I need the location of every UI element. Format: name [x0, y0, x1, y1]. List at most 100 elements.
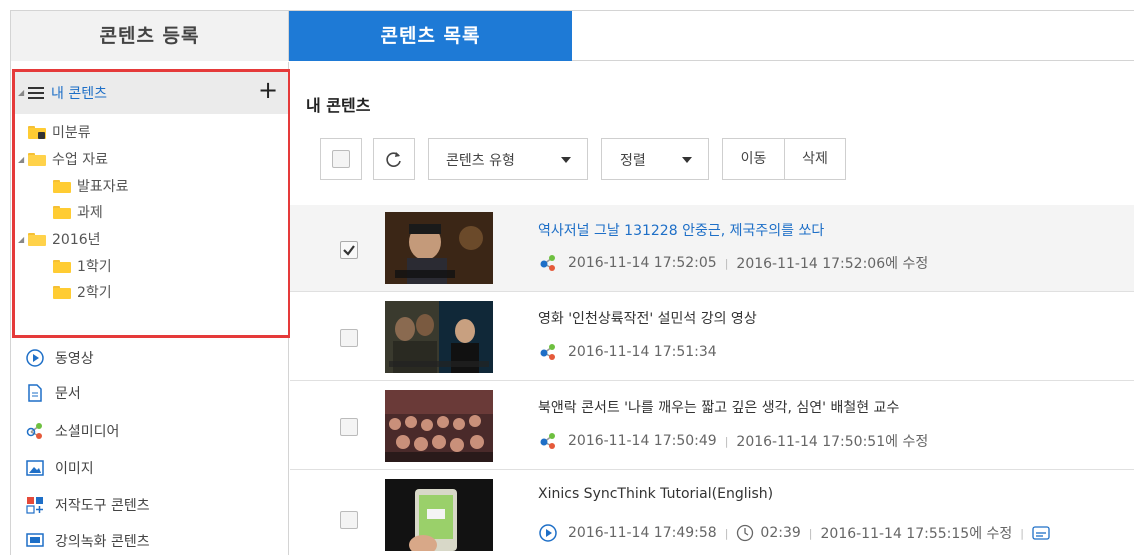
dropdown-label: 정렬	[620, 153, 646, 169]
folder-label: 2016년	[52, 232, 101, 248]
expand-triangle-icon[interactable]: ◢	[18, 88, 24, 97]
content-meta: 2016-11-14 17:49:58 | 02:39 | 2016-11-14…	[538, 523, 1050, 543]
row-checkbox[interactable]	[340, 511, 358, 529]
tab-content-register[interactable]: 콘텐츠 등록	[11, 11, 289, 61]
folder-presentation[interactable]: 발표자료	[53, 174, 129, 198]
refresh-button[interactable]	[373, 138, 415, 180]
sidebar: ◢ 내 콘텐츠 + 미분류 ◢ 수업 자료 발표자료 과제 ◢ 2016년 1학…	[11, 62, 291, 555]
tree-title[interactable]: 내 콘텐츠	[51, 83, 107, 103]
document-icon	[25, 383, 45, 403]
folder-icon	[53, 259, 71, 273]
separator: |	[808, 526, 813, 540]
folder-class-materials[interactable]: 수업 자료	[28, 147, 108, 171]
locked-folder-icon	[28, 125, 46, 139]
created-date: 2016-11-14 17:50:49	[568, 433, 717, 449]
video-thumbnail[interactable]	[385, 212, 493, 284]
created-date: 2016-11-14 17:49:58	[568, 525, 717, 541]
clock-icon	[736, 524, 754, 542]
content-row[interactable]: Xinics SyncThink Tutorial(English) 2016-…	[290, 471, 1134, 555]
row-checkbox[interactable]	[340, 241, 358, 259]
content-list-panel: 내 콘텐츠 콘텐츠 유형 정렬 이동 삭제 역사저널 그날 131228 안중근…	[290, 62, 1134, 555]
content-row[interactable]: 영화 '인천상륙작전' 설민석 강의 영상 2016-11-14 17:51:3…	[290, 293, 1134, 381]
folder-semester-1[interactable]: 1학기	[53, 254, 112, 278]
checkmark-icon	[343, 245, 355, 256]
folder-label: 1학기	[77, 259, 112, 275]
modified-date: 2016-11-14 17:55:15에 수정	[820, 526, 1013, 542]
content-meta: 2016-11-14 17:51:34	[538, 342, 717, 362]
folder-tree-highlight: ◢ 내 콘텐츠 + 미분류 ◢ 수업 자료 발표자료 과제 ◢ 2016년 1학…	[12, 69, 291, 338]
content-meta: 2016-11-14 17:52:05 | 2016-11-14 17:52:0…	[538, 253, 928, 273]
folder-open-icon	[28, 232, 46, 246]
expand-triangle-icon[interactable]: ◢	[18, 235, 24, 244]
tab-bar: 콘텐츠 등록 콘텐츠 목록	[11, 11, 1134, 61]
media-label: 강의녹화 콘텐츠	[55, 534, 150, 550]
content-title-link[interactable]: Xinics SyncThink Tutorial(English)	[538, 486, 773, 502]
row-checkbox[interactable]	[340, 418, 358, 436]
media-lecture-recording[interactable]: 강의녹화 콘텐츠	[25, 528, 150, 554]
media-document[interactable]: 문서	[25, 380, 81, 406]
move-button[interactable]: 이동	[722, 138, 785, 180]
video-thumbnail[interactable]	[385, 301, 493, 373]
content-title-link[interactable]: 영화 '인천상륙작전' 설민석 강의 영상	[538, 308, 757, 328]
duration: 02:39	[760, 525, 801, 541]
chevron-down-icon	[561, 157, 571, 163]
sort-dropdown[interactable]: 정렬	[601, 138, 709, 180]
page-title: 내 콘텐츠	[306, 96, 371, 115]
folder-label: 2학기	[77, 285, 112, 301]
media-label: 문서	[55, 386, 81, 402]
folder-open-icon	[28, 152, 46, 166]
folder-2016[interactable]: 2016년	[28, 227, 101, 251]
play-circle-icon	[538, 523, 558, 543]
separator: |	[724, 256, 729, 270]
share-icon	[25, 421, 45, 441]
subtitle-icon	[1032, 524, 1050, 542]
content-type-dropdown[interactable]: 콘텐츠 유형	[428, 138, 588, 180]
content-title-link[interactable]: 역사저널 그날 131228 안중근, 제국주의를 쏘다	[538, 220, 824, 240]
lecture-recording-icon	[25, 531, 45, 551]
tree-header[interactable]: ◢ 내 콘텐츠 +	[15, 72, 288, 114]
media-video[interactable]: 동영상	[25, 345, 94, 371]
video-thumbnail[interactable]	[385, 479, 493, 551]
play-circle-icon	[25, 348, 45, 368]
media-social[interactable]: 소셜미디어	[25, 418, 119, 444]
created-date: 2016-11-14 17:51:34	[568, 344, 717, 360]
folder-label: 수업 자료	[52, 152, 108, 168]
select-all-checkbox[interactable]	[332, 150, 350, 168]
list-icon	[28, 87, 44, 99]
media-authoring[interactable]: 저작도구 콘텐츠	[25, 492, 150, 518]
share-icon	[538, 342, 558, 362]
folder-label: 과제	[77, 205, 103, 221]
share-icon	[538, 431, 558, 451]
created-date: 2016-11-14 17:52:05	[568, 255, 717, 271]
authoring-tool-icon	[25, 495, 45, 515]
add-folder-button[interactable]: +	[258, 76, 278, 104]
chevron-down-icon	[682, 157, 692, 163]
tab-content-list[interactable]: 콘텐츠 목록	[289, 11, 572, 61]
row-checkbox[interactable]	[340, 329, 358, 347]
folder-icon	[53, 205, 71, 219]
content-meta: 2016-11-14 17:50:49 | 2016-11-14 17:50:5…	[538, 431, 928, 451]
content-title-link[interactable]: 북앤락 콘서트 '나를 깨우는 짧고 깊은 생각, 심연' 배철현 교수	[538, 397, 899, 417]
delete-button[interactable]: 삭제	[784, 138, 846, 180]
separator: |	[724, 434, 729, 448]
folder-unclassified[interactable]: 미분류	[28, 120, 91, 144]
refresh-icon	[386, 152, 401, 167]
folder-label: 미분류	[52, 125, 91, 141]
image-icon	[25, 458, 45, 478]
media-label: 저작도구 콘텐츠	[55, 498, 150, 514]
content-row[interactable]: 역사저널 그날 131228 안중근, 제국주의를 쏘다 2016-11-14 …	[290, 205, 1134, 292]
media-label: 소셜미디어	[55, 424, 120, 440]
dropdown-label: 콘텐츠 유형	[446, 153, 515, 169]
folder-icon	[53, 285, 71, 299]
media-image[interactable]: 이미지	[25, 455, 94, 481]
expand-triangle-icon[interactable]: ◢	[18, 155, 24, 164]
select-all-button[interactable]	[320, 138, 362, 180]
separator: |	[724, 526, 729, 540]
modified-date: 2016-11-14 17:50:51에 수정	[736, 434, 929, 450]
content-row[interactable]: 북앤락 콘서트 '나를 깨우는 짧고 깊은 생각, 심연' 배철현 교수 201…	[290, 382, 1134, 470]
folder-icon	[53, 179, 71, 193]
folder-assignment[interactable]: 과제	[53, 200, 103, 224]
folder-semester-2[interactable]: 2학기	[53, 280, 112, 304]
video-thumbnail[interactable]	[385, 390, 493, 462]
content-manager: 콘텐츠 등록 콘텐츠 목록 ◢ 내 콘텐츠 + 미분류 ◢ 수업 자료 발표자료…	[10, 10, 1134, 555]
